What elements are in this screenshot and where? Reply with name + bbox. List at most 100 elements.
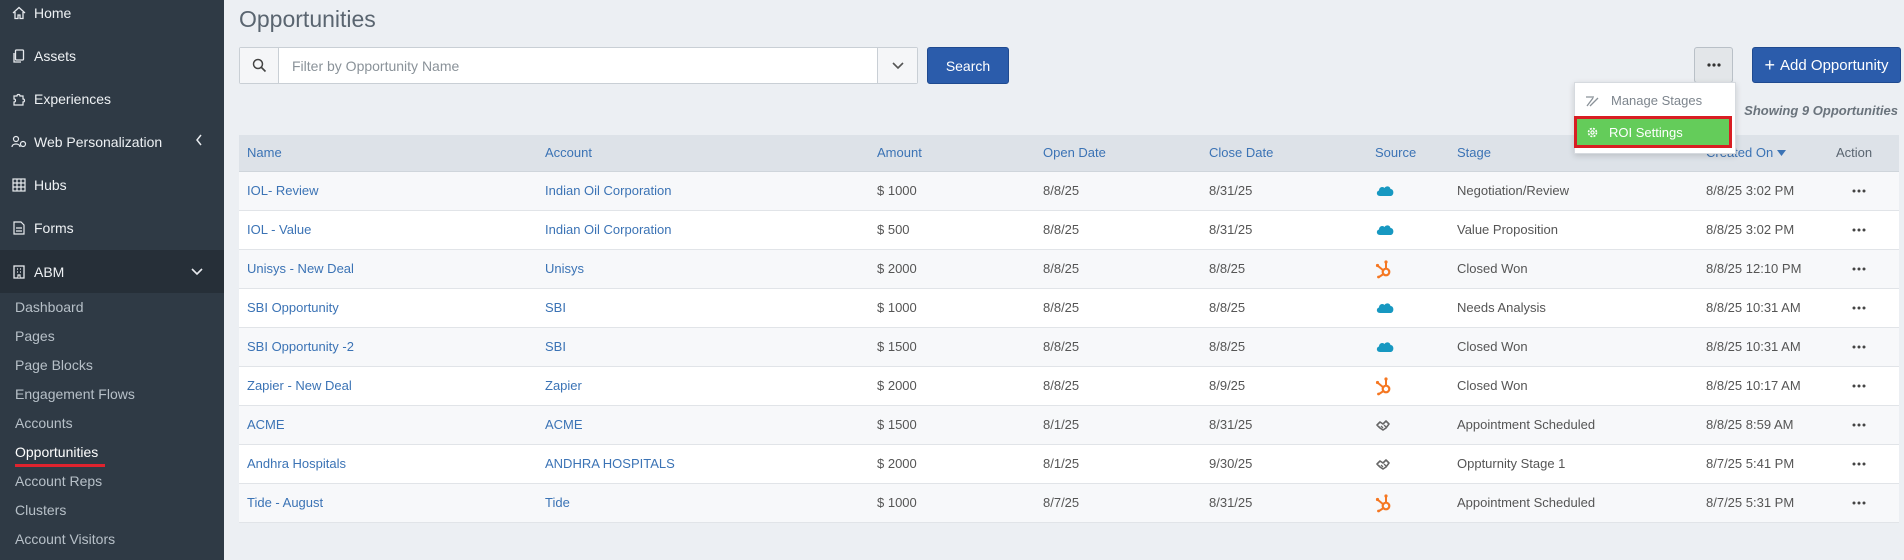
cell-name[interactable]: IOL - Value — [247, 211, 311, 249]
cell-stage: Closed Won — [1457, 378, 1528, 393]
add-opportunity-label: Add Opportunity — [1780, 56, 1889, 74]
cell-name[interactable]: Zapier - New Deal — [247, 367, 352, 405]
table-row: IOL - Value Indian Oil Corporation $ 500 8/… — [239, 211, 1899, 250]
search-bar — [239, 47, 918, 84]
gear-icon — [1586, 126, 1599, 139]
cell-account[interactable]: SBI — [545, 289, 566, 327]
cell-stage: Value Proposition — [1457, 222, 1558, 237]
sidebar-subitem-accounts[interactable]: Accounts — [15, 412, 73, 434]
active-item-underline — [15, 464, 105, 467]
sidebar-item-label: ABM — [34, 263, 65, 280]
filter-dropdown-toggle[interactable] — [877, 48, 917, 83]
sidebar-item-forms[interactable]: Forms — [0, 207, 224, 249]
column-header-account[interactable]: Account — [545, 135, 592, 171]
cell-open-date: 8/8/25 — [1043, 339, 1080, 354]
more-options-menu: Manage Stages ROI Settings — [1574, 82, 1736, 154]
row-action-button[interactable] — [1852, 289, 1866, 327]
cell-stage: Negotiation/Review — [1457, 183, 1570, 198]
cell-created-on: 8/8/25 12:10 PM — [1706, 261, 1802, 276]
cell-close-date: 8/31/25 — [1209, 183, 1253, 198]
sidebar-item-home[interactable]: Home — [0, 0, 224, 34]
filter-input[interactable] — [279, 48, 877, 83]
column-header-close-date[interactable]: Close Date — [1209, 135, 1273, 171]
sidebar-subitem-pages[interactable]: Pages — [15, 325, 55, 347]
sidebar-subitem-dashboard[interactable]: Dashboard — [15, 296, 84, 318]
row-action-button[interactable] — [1852, 445, 1866, 483]
sidebar-item-assets[interactable]: Assets — [0, 35, 224, 77]
cell-created-on: 8/8/25 10:17 AM — [1706, 378, 1801, 393]
menu-item-roi-settings[interactable]: ROI Settings — [1574, 116, 1732, 148]
users-cog-icon — [10, 135, 28, 149]
sidebar-item-experiences[interactable]: Experiences — [0, 78, 224, 120]
column-header-amount[interactable]: Amount — [877, 135, 922, 171]
cell-amount: $ 2000 — [877, 261, 917, 276]
menu-item-manage-stages[interactable]: Manage Stages — [1575, 84, 1735, 117]
row-action-button[interactable] — [1852, 211, 1866, 249]
sidebar-item-hubs[interactable]: Hubs — [0, 164, 224, 206]
add-opportunity-button[interactable]: + Add Opportunity — [1752, 47, 1901, 83]
sidebar-subitem-account-reps[interactable]: Account Reps — [15, 470, 102, 492]
row-action-button[interactable] — [1852, 484, 1866, 522]
file-icon — [10, 221, 28, 235]
sidebar-item-web-personalization[interactable]: Web Personalization — [0, 121, 224, 163]
cell-stage: Needs Analysis — [1457, 300, 1546, 315]
cell-name[interactable]: Unisys - New Deal — [247, 250, 354, 288]
sidebar-subitem-page-blocks[interactable]: Page Blocks — [15, 354, 93, 376]
grid-icon — [10, 178, 28, 192]
search-icon — [240, 48, 279, 83]
chevron-left-icon — [194, 133, 204, 150]
sidebar-item-abm[interactable]: ABM — [0, 250, 224, 293]
sidebar-subitem-clusters[interactable]: Clusters — [15, 499, 66, 521]
cell-name[interactable]: SBI Opportunity — [247, 289, 339, 327]
table-row: Zapier - New Deal Zapier $ 2000 8/8/25 8/9/2… — [239, 367, 1899, 406]
cell-created-on: 8/7/25 5:41 PM — [1706, 456, 1795, 471]
hubspot-icon — [1375, 484, 1393, 522]
cell-account[interactable]: ANDHRA HOSPITALS — [545, 445, 675, 483]
cell-account[interactable]: Tide — [545, 484, 570, 522]
cell-stage: Oppturnity Stage 1 — [1457, 456, 1566, 471]
table-body: IOL- Review Indian Oil Corporation $ 1000 8… — [239, 172, 1899, 523]
salesforce-icon — [1375, 289, 1395, 327]
row-action-button[interactable] — [1852, 250, 1866, 288]
search-button[interactable]: Search — [927, 47, 1009, 84]
manual-icon — [1375, 406, 1391, 444]
cell-close-date: 8/8/25 — [1209, 300, 1246, 315]
cell-account[interactable]: Indian Oil Corporation — [545, 211, 671, 249]
sidebar-subitem-engagement-flows[interactable]: Engagement Flows — [15, 383, 135, 405]
column-header-stage[interactable]: Stage — [1457, 135, 1491, 171]
row-action-button[interactable] — [1852, 406, 1866, 444]
salesforce-icon — [1375, 211, 1395, 249]
cell-account[interactable]: Zapier — [545, 367, 582, 405]
sidebar-subitem-account-visitors[interactable]: Account Visitors — [15, 528, 115, 550]
cell-account[interactable]: ACME — [545, 406, 583, 444]
cell-account[interactable]: SBI — [545, 328, 566, 366]
hubspot-icon — [1375, 250, 1393, 288]
cell-name[interactable]: Andhra Hospitals — [247, 445, 346, 483]
row-action-button[interactable] — [1852, 172, 1866, 210]
column-header-name[interactable]: Name — [247, 135, 282, 171]
manual-icon — [1375, 445, 1391, 483]
home-icon — [10, 6, 28, 20]
cell-amount: $ 1500 — [877, 339, 917, 354]
cell-account[interactable]: Indian Oil Corporation — [545, 172, 671, 210]
row-action-button[interactable] — [1852, 367, 1866, 405]
cell-account[interactable]: Unisys — [545, 250, 584, 288]
cell-stage: Closed Won — [1457, 339, 1528, 354]
cell-name[interactable]: IOL- Review — [247, 172, 319, 210]
cell-name[interactable]: Tide - August — [247, 484, 323, 522]
sidebar-subitem-opportunities[interactable]: Opportunities — [15, 441, 98, 463]
more-options-button[interactable] — [1694, 47, 1733, 83]
cell-created-on: 8/7/25 5:31 PM — [1706, 495, 1795, 510]
table-row: Tide - August Tide $ 1000 8/7/25 8/31/25 Appo… — [239, 484, 1899, 523]
cell-name[interactable]: ACME — [247, 406, 285, 444]
sidebar-item-label: Home — [34, 5, 72, 21]
row-action-button[interactable] — [1852, 328, 1866, 366]
column-header-source[interactable]: Source — [1375, 135, 1416, 171]
page-title: Opportunities — [239, 6, 376, 32]
cell-close-date: 8/9/25 — [1209, 378, 1246, 393]
salesforce-icon — [1375, 172, 1395, 210]
column-header-open-date[interactable]: Open Date — [1043, 135, 1106, 171]
sidebar-item-label: Assets — [34, 48, 77, 64]
cell-name[interactable]: SBI Opportunity -2 — [247, 328, 354, 366]
cell-created-on: 8/8/25 10:31 AM — [1706, 300, 1801, 315]
